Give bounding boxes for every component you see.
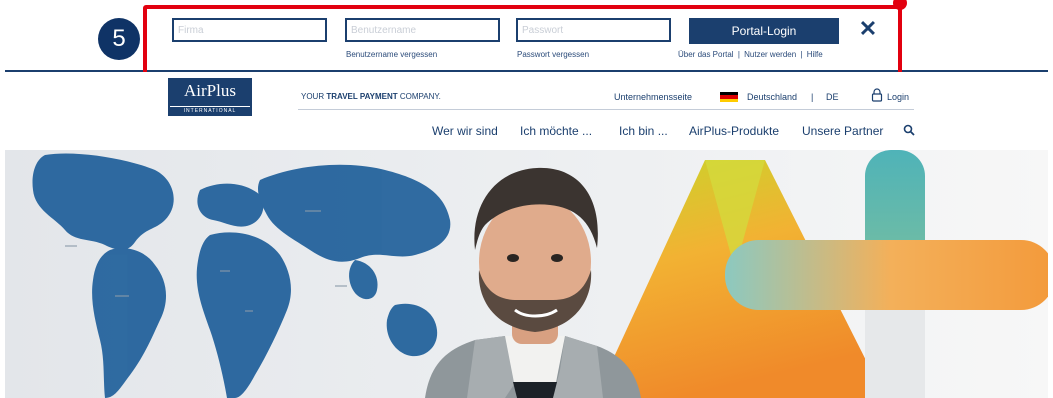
language-selector[interactable]: DE xyxy=(826,92,839,102)
tagline-post: COMPANY. xyxy=(397,92,441,101)
site-header xyxy=(5,72,1048,150)
tagline: YOUR TRAVEL PAYMENT COMPANY. xyxy=(301,92,441,101)
nav-item-partners[interactable]: Unsere Partner xyxy=(802,124,883,138)
logo-subline: INTERNATIONAL xyxy=(170,106,250,114)
header-separator: | xyxy=(811,92,814,102)
tagline-pre: YOUR xyxy=(301,92,327,101)
hero-image xyxy=(5,150,1048,398)
country-selector[interactable]: Deutschland xyxy=(747,92,797,102)
header-divider xyxy=(298,109,914,110)
logo-wordmark: AirPlus xyxy=(184,81,236,100)
nav-item-i-want[interactable]: Ich möchte ... xyxy=(520,124,592,138)
nav-item-who-we-are[interactable]: Wer wir sind xyxy=(432,124,498,138)
nav-item-products[interactable]: AirPlus-Produkte xyxy=(689,124,779,138)
airplus-logo[interactable]: AirPlus INTERNATIONAL xyxy=(168,78,252,116)
nav-item-i-am[interactable]: Ich bin ... xyxy=(619,124,668,138)
login-link[interactable]: Login xyxy=(887,92,909,102)
tagline-bold: TRAVEL PAYMENT xyxy=(326,92,398,101)
search-icon[interactable] xyxy=(903,124,915,136)
flag-de-icon xyxy=(720,92,738,102)
step-number-badge: 5 xyxy=(98,18,140,60)
lock-icon xyxy=(871,88,883,102)
company-page-link[interactable]: Unternehmensseite xyxy=(614,92,692,102)
highlight-frame xyxy=(143,5,902,76)
